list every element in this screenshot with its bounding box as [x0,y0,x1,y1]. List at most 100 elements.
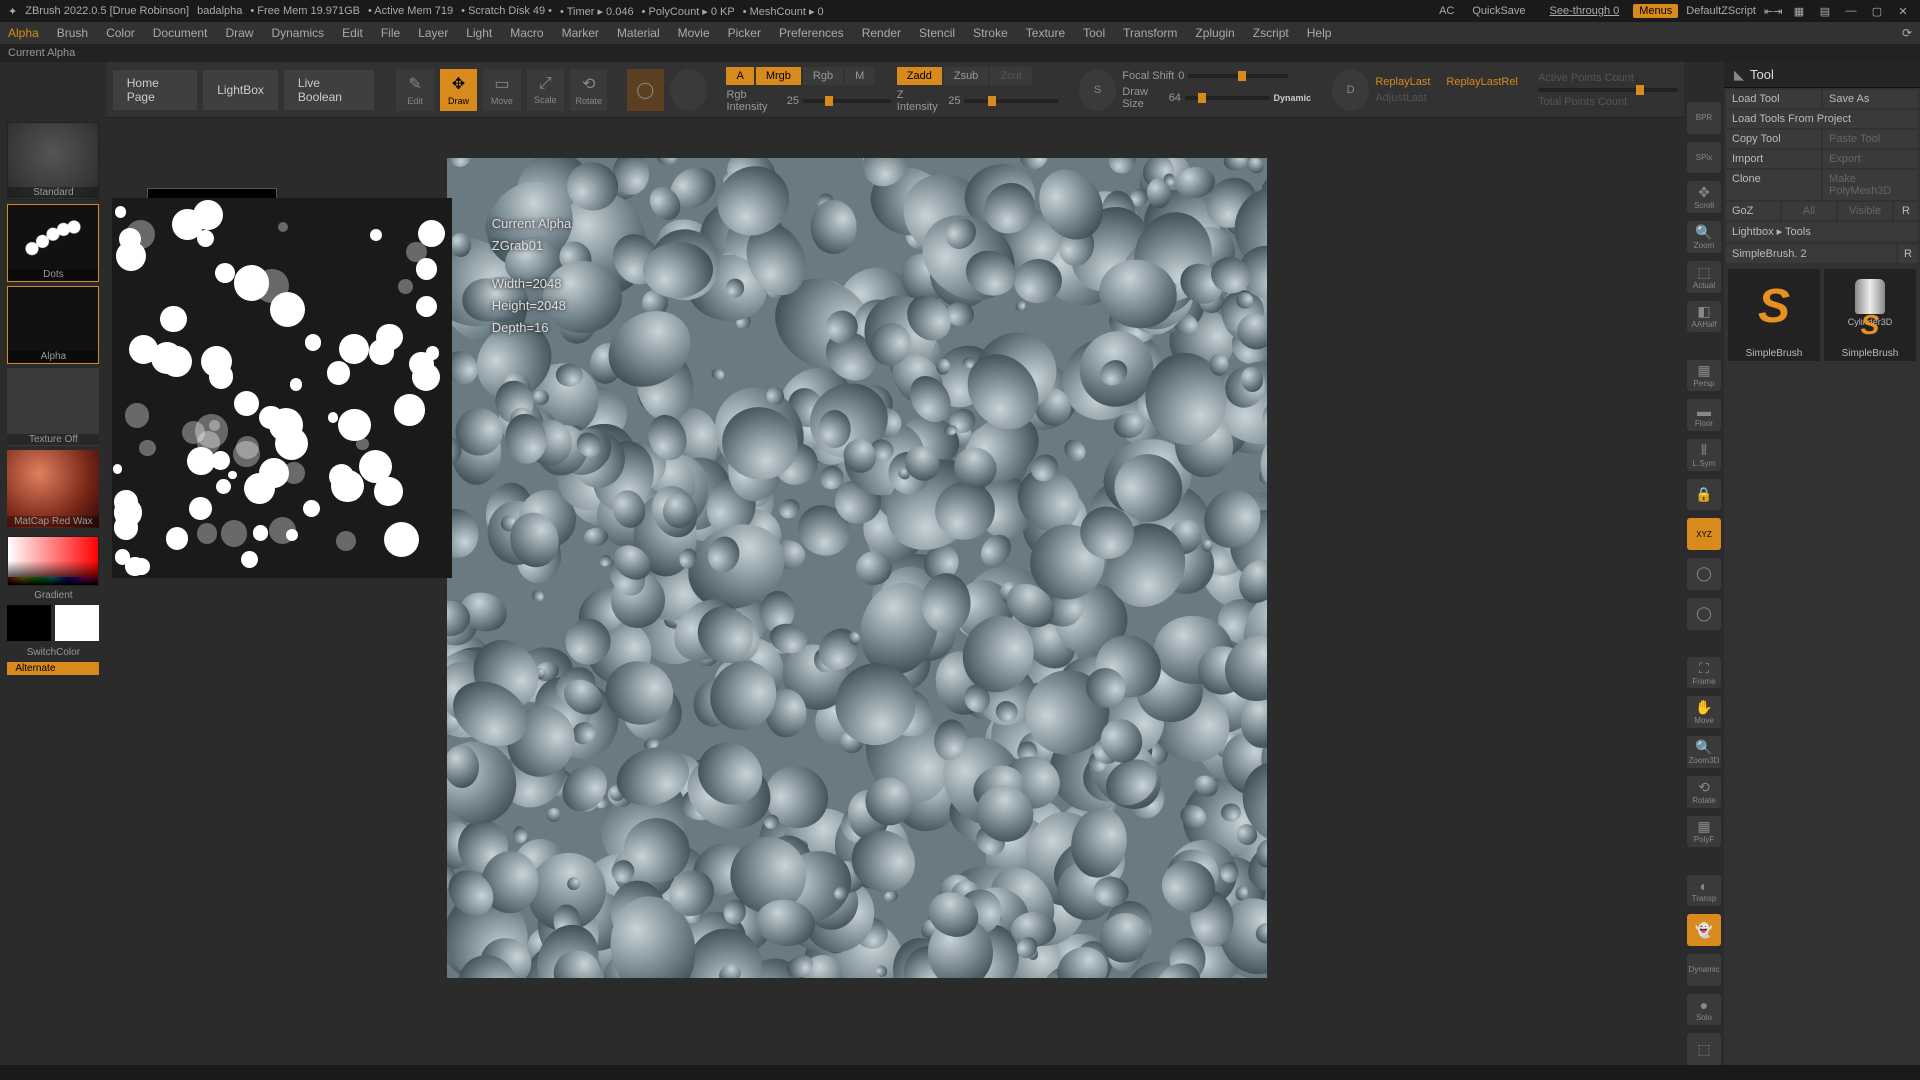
paste-tool-button[interactable]: Paste Tool [1823,130,1918,148]
menu-tool[interactable]: Tool [1083,26,1105,40]
r2-button[interactable]: R [1898,245,1918,263]
refresh-icon[interactable]: ⟳ [1902,26,1912,40]
menu-light[interactable]: Light [466,26,492,40]
alternate-button[interactable]: Alternate [7,662,99,675]
persp-button[interactable]: ▦Persp [1687,360,1721,392]
close-icon[interactable]: ✕ [1894,5,1912,18]
replay-last-button[interactable]: ReplayLast [1375,76,1430,88]
menu-stroke[interactable]: Stroke [973,26,1008,40]
adjust-last-button[interactable]: AdjustLast [1375,92,1518,104]
menu-render[interactable]: Render [862,26,901,40]
menu-texture[interactable]: Texture [1026,26,1065,40]
cascade-icon[interactable]: ▦ [1790,5,1808,18]
spix-button[interactable]: SPix [1687,142,1721,174]
seethrough-slider[interactable]: See-through 0 [1544,4,1626,18]
chip-zcut[interactable]: Zcut [990,67,1031,85]
floor-button[interactable]: ▬Floor [1687,399,1721,431]
menu-transform[interactable]: Transform [1123,26,1177,40]
lightbox-tools-button[interactable]: Lightbox ▸ Tools [1726,222,1918,241]
scale-mode-button[interactable]: ⤢Scale [527,69,564,111]
menu-movie[interactable]: Movie [678,26,710,40]
bpr-button[interactable]: BPR [1687,102,1721,134]
r-button[interactable]: R [1894,202,1918,220]
polymesh3d-button[interactable]: Make PolyMesh3D [1823,170,1918,200]
tool-thumb-cylinder[interactable]: Cylinder3DSSimpleBrush [1824,269,1916,361]
d-dial[interactable]: D [1332,69,1369,111]
rotate-mode-button[interactable]: ⟲Rotate [570,69,607,111]
actual-button[interactable]: ⬚Actual [1687,261,1721,293]
switchcolor-button[interactable]: SwitchColor [27,647,80,658]
draw-size-slider[interactable]: Draw Size 64 Dynamic [1122,86,1311,110]
arrange-icon[interactable]: ⇤⇥ [1764,5,1782,18]
load-tool-button[interactable]: Load Tool [1726,90,1821,108]
aahalf-button[interactable]: ◧AAHalf [1687,301,1721,333]
move3d-button[interactable]: ✋Move [1687,696,1721,728]
menu-help[interactable]: Help [1307,26,1332,40]
rotate3d-button[interactable]: ⟲Rotate [1687,776,1721,808]
menu-material[interactable]: Material [617,26,660,40]
chip-rgb[interactable]: Rgb [803,67,843,85]
ghost-button[interactable]: 👻 [1687,914,1721,946]
draw-mode-button[interactable]: ✥Draw [440,69,477,111]
alpha-preview[interactable] [112,198,452,578]
menu-edit[interactable]: Edit [342,26,363,40]
visible-button[interactable]: Visible [1838,202,1892,220]
gradient-label[interactable]: Gradient [34,590,72,601]
menu-marker[interactable]: Marker [562,26,599,40]
import-button[interactable]: Import [1726,150,1821,168]
xpose-button[interactable]: ⬚ [1687,1033,1721,1065]
local-button[interactable]: 🔒 [1687,479,1721,511]
transp-button[interactable]: ◐Transp [1687,875,1721,907]
lsym-button[interactable]: ⦀L.Sym [1687,439,1721,471]
chip-zsub[interactable]: Zsub [944,67,988,85]
alpha-slot[interactable]: Alpha [7,286,99,364]
focal-shift-slider[interactable]: Focal Shift 0 [1122,70,1311,82]
tool-thumb-simplebrush[interactable]: SSimpleBrush [1728,269,1820,361]
saveas-button[interactable]: Save As [1823,90,1918,108]
move-mode-button[interactable]: ▭Move [483,69,520,111]
load-project-button[interactable]: Load Tools From Project [1726,110,1918,128]
sculptris-button[interactable] [670,69,707,111]
scroll-button[interactable]: ✥Scroll [1687,181,1721,213]
clone-button[interactable]: Clone [1726,170,1821,200]
material-slot[interactable]: MatCap Red Wax [7,450,99,528]
menu-draw[interactable]: Draw [225,26,253,40]
chip-m[interactable]: M [845,67,874,85]
canvas-area[interactable]: Current Alpha ZGrab01 Width=2048 Height=… [107,118,1684,1065]
menu-stencil[interactable]: Stencil [919,26,955,40]
dynamic-toggle[interactable]: Dynamic [1274,93,1312,103]
replay-last-rel-button[interactable]: ReplayLastRel [1446,76,1518,88]
menu-brush[interactable]: Brush [57,26,88,40]
s-dial[interactable]: S [1079,69,1116,111]
stroke-slot[interactable]: Dots [7,204,99,282]
menu-document[interactable]: Document [153,26,208,40]
color-picker[interactable] [7,536,99,586]
brush-slot[interactable]: Standard [7,122,99,200]
default-zscript[interactable]: DefaultZScript [1686,5,1756,17]
goz-button[interactable]: GoZ [1726,202,1780,220]
stack-icon[interactable]: ▤ [1816,5,1834,18]
axis-z-button[interactable]: ◯ [1687,598,1721,630]
chip-mrgb[interactable]: Mrgb [756,67,801,85]
current-tool-name[interactable]: SimpleBrush. 2 [1726,245,1896,263]
z-intensity-slider[interactable]: Z Intensity 25 [897,89,1058,113]
frame-button[interactable]: ⛶Frame [1687,657,1721,689]
menu-preferences[interactable]: Preferences [779,26,844,40]
dynamic-button[interactable]: Dynamic [1687,954,1721,986]
swatch-secondary[interactable] [7,605,51,641]
copy-tool-button[interactable]: Copy Tool [1726,130,1821,148]
gizmo-button[interactable]: ◯ [627,69,664,111]
tool-header[interactable]: ◣Tool [1724,62,1920,88]
rgb-intensity-slider[interactable]: Rgb Intensity 25 [726,89,890,113]
menu-zscript[interactable]: Zscript [1253,26,1289,40]
all-button[interactable]: All [1782,202,1836,220]
menu-dynamics[interactable]: Dynamics [271,26,324,40]
tab-home[interactable]: Home Page [113,70,197,110]
menu-color[interactable]: Color [106,26,135,40]
quicksave-button[interactable]: QuickSave [1472,5,1525,17]
hue-bar[interactable] [8,577,98,585]
tab-liveboolean[interactable]: Live Boolean [284,70,374,110]
chip-zadd[interactable]: Zadd [897,67,942,85]
menu-alpha[interactable]: Alpha [8,26,39,40]
polyf-button[interactable]: ▦PolyF [1687,816,1721,848]
